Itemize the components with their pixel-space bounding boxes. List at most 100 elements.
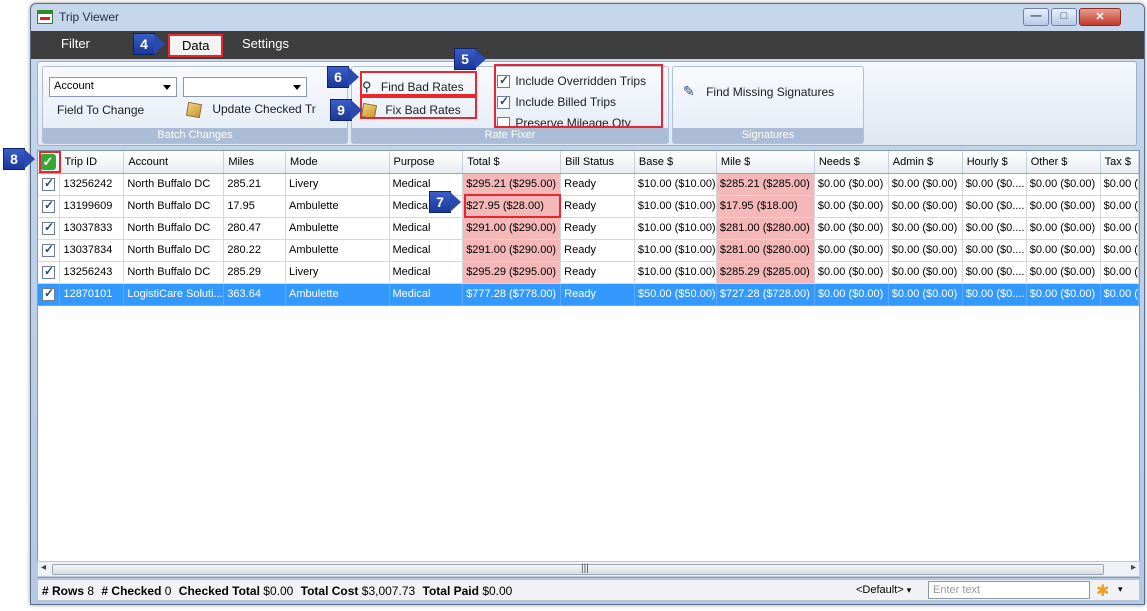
col-header[interactable]: Bill Status	[560, 151, 635, 174]
table-cell[interactable]: $0.00 ($0.00)	[888, 195, 963, 218]
table-cell[interactable]: 17.95	[223, 195, 287, 218]
table-cell[interactable]: $0.00 ($0.00)	[1026, 239, 1101, 262]
table-cell[interactable]: $0.00 ($0....	[962, 173, 1027, 196]
table-cell[interactable]: Medical	[389, 239, 464, 262]
scroll-left-icon[interactable]: ◂	[41, 562, 46, 573]
table-cell[interactable]: 13037833	[59, 217, 125, 240]
table-cell[interactable]: $0.00 ($0.00)	[814, 283, 889, 306]
table-cell[interactable]: $17.95 ($18.00)	[716, 195, 815, 218]
table-cell[interactable]: $0.00 ($0.00)	[814, 239, 889, 262]
table-cell[interactable]: $281.00 ($280.00)	[716, 239, 815, 262]
menu-data[interactable]: Data	[168, 34, 224, 57]
table-cell[interactable]: $0.00 ($0.00)	[814, 261, 889, 284]
table-cell[interactable]: LogistiCare Soluti...	[123, 283, 225, 306]
table-cell[interactable]: $0.00 (	[1100, 239, 1139, 262]
col-header[interactable]: Base $	[634, 151, 717, 174]
filter-input[interactable]: Enter text	[928, 581, 1090, 599]
horizontal-scrollbar[interactable]: ◂ ||| ▸	[37, 561, 1140, 577]
table-cell[interactable]: $10.00 ($10.00)	[634, 195, 717, 218]
table-cell[interactable]: $10.00 ($10.00)	[634, 173, 717, 196]
table-cell[interactable]: 13256242	[59, 173, 125, 196]
table-cell[interactable]: North Buffalo DC	[123, 217, 225, 240]
maximize-button[interactable]: □	[1051, 8, 1077, 26]
value-combo[interactable]	[183, 77, 307, 97]
table-row[interactable]: 13256243North Buffalo DC285.29LiveryMedi…	[38, 261, 1139, 284]
table-cell[interactable]: Medical	[389, 217, 464, 240]
table-cell[interactable]: $295.29 ($295.00)	[462, 261, 562, 284]
table-cell[interactable]: Ready	[560, 173, 635, 196]
table-cell[interactable]: North Buffalo DC	[123, 173, 225, 196]
menu-filter[interactable]: Filter	[61, 36, 90, 51]
table-cell[interactable]: Ready	[560, 217, 635, 240]
scroll-right-icon[interactable]: ▸	[1131, 562, 1136, 573]
table-cell[interactable]: $777.28 ($778.00)	[462, 283, 562, 306]
scrollbar-thumb[interactable]: |||	[52, 563, 1104, 575]
col-header[interactable]: Purpose	[389, 151, 464, 174]
table-cell[interactable]: $285.29 ($285.00)	[716, 261, 815, 284]
update-checked-button[interactable]: Update Checked Tr	[185, 101, 316, 118]
table-cell[interactable]: 13037834	[59, 239, 125, 262]
col-header[interactable]: Trip ID	[59, 151, 125, 174]
table-cell[interactable]: $0.00 (	[1100, 195, 1139, 218]
table-cell[interactable]: $0.00 ($0....	[962, 217, 1027, 240]
table-cell[interactable]: $281.00 ($280.00)	[716, 217, 815, 240]
table-cell[interactable]: $0.00 ($0.00)	[814, 217, 889, 240]
table-cell[interactable]: Livery	[285, 173, 390, 196]
table-cell[interactable]: $0.00 (	[1100, 217, 1139, 240]
table-cell[interactable]: Ambulette	[285, 283, 390, 306]
table-cell[interactable]: $0.00 ($0....	[962, 261, 1027, 284]
col-header[interactable]: Tax $	[1100, 151, 1139, 174]
table-cell[interactable]: $295.21 ($295.00)	[462, 173, 562, 196]
row-checkbox-cell[interactable]	[38, 283, 61, 306]
table-cell[interactable]: $727.28 ($728.00)	[716, 283, 815, 306]
table-cell[interactable]: Ready	[560, 195, 635, 218]
table-cell[interactable]: $10.00 ($10.00)	[634, 239, 717, 262]
table-row[interactable]: 13256242North Buffalo DC285.21LiveryMedi…	[38, 173, 1139, 196]
table-cell[interactable]: $0.00 ($0.00)	[888, 283, 963, 306]
table-cell[interactable]: $291.00 ($290.00)	[462, 239, 562, 262]
table-cell[interactable]: $0.00 ($0.00)	[888, 239, 963, 262]
table-cell[interactable]: $0.00 ($0....	[962, 283, 1027, 306]
table-cell[interactable]: $0.00 (	[1100, 283, 1139, 306]
table-cell[interactable]: $0.00 (	[1100, 261, 1139, 284]
table-cell[interactable]: $0.00 ($0.00)	[1026, 173, 1101, 196]
table-cell[interactable]: $0.00 ($0.00)	[888, 173, 963, 196]
find-missing-signatures-button[interactable]: ✎ Find Missing Signatures	[683, 83, 834, 100]
row-checkbox-cell[interactable]	[38, 261, 61, 284]
col-header[interactable]: Miles	[223, 151, 287, 174]
table-cell[interactable]: 285.29	[223, 261, 287, 284]
table-cell[interactable]: Ambulette	[285, 217, 390, 240]
table-cell[interactable]: $10.00 ($10.00)	[634, 217, 717, 240]
table-cell[interactable]: $285.21 ($285.00)	[716, 173, 815, 196]
table-cell[interactable]: 285.21	[223, 173, 287, 196]
settings-star-icon[interactable]: ✱	[1096, 581, 1109, 601]
layout-combo[interactable]: <Default> ▾	[856, 584, 911, 596]
table-cell[interactable]: 13256243	[59, 261, 125, 284]
row-checkbox-cell[interactable]	[38, 173, 61, 196]
table-cell[interactable]: Medical	[389, 261, 464, 284]
table-cell[interactable]: 280.47	[223, 217, 287, 240]
table-row[interactable]: 13037834North Buffalo DC280.22AmbuletteM…	[38, 239, 1139, 262]
row-checkbox-cell[interactable]	[38, 195, 61, 218]
table-cell[interactable]: 12870101	[59, 283, 125, 306]
row-checkbox-cell[interactable]	[38, 239, 61, 262]
table-cell[interactable]: 280.22	[223, 239, 287, 262]
col-header[interactable]: Mode	[285, 151, 390, 174]
table-cell[interactable]: $0.00 ($0.00)	[1026, 261, 1101, 284]
table-cell[interactable]: $0.00 ($0.00)	[814, 195, 889, 218]
table-cell[interactable]: Ambulette	[285, 195, 390, 218]
col-header[interactable]: Account	[123, 151, 225, 174]
close-button[interactable]: ✕	[1079, 8, 1121, 26]
table-cell[interactable]: Medical	[389, 283, 464, 306]
col-header[interactable]: Hourly $	[962, 151, 1027, 174]
table-cell[interactable]: Ready	[560, 239, 635, 262]
table-cell[interactable]: 13199609	[59, 195, 125, 218]
table-cell[interactable]: $0.00 ($0.00)	[814, 173, 889, 196]
table-cell[interactable]: $0.00 ($0.00)	[1026, 195, 1101, 218]
col-header[interactable]: Admin $	[888, 151, 963, 174]
minimize-button[interactable]: —	[1023, 8, 1049, 26]
col-header[interactable]: Mile $	[716, 151, 815, 174]
table-cell[interactable]: $10.00 ($10.00)	[634, 261, 717, 284]
table-cell[interactable]: Ready	[560, 261, 635, 284]
table-cell[interactable]: Livery	[285, 261, 390, 284]
